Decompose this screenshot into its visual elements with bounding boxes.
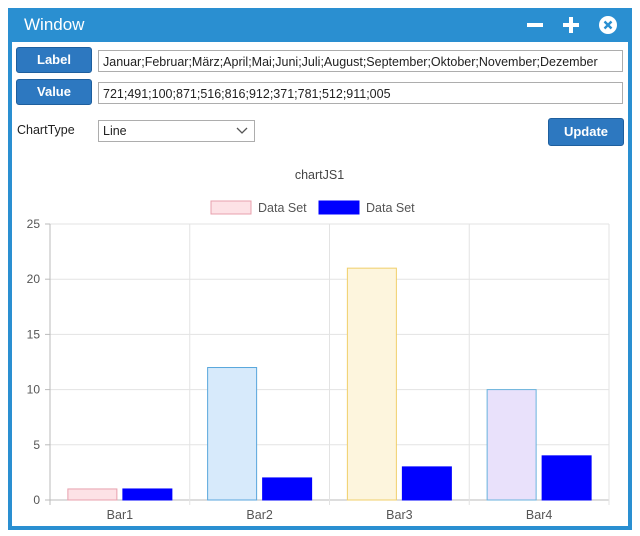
titlebar: Window — [8, 8, 632, 42]
legend-label: Data Set — [366, 201, 415, 215]
bar — [541, 455, 592, 501]
y-tick-label: 20 — [27, 272, 41, 286]
bar — [486, 389, 537, 501]
bar — [122, 488, 173, 501]
minimize-icon[interactable] — [525, 15, 545, 35]
maximize-icon[interactable] — [561, 15, 581, 35]
window-title: Window — [24, 15, 85, 34]
y-tick-label: 10 — [27, 383, 41, 397]
bar — [401, 466, 452, 501]
x-tick-label: Bar2 — [246, 508, 272, 522]
y-tick-label: 25 — [27, 217, 41, 231]
window: Window Label Januar;Februar;März;April;M… — [8, 8, 632, 530]
bar — [346, 267, 397, 501]
y-tick-label: 5 — [33, 438, 40, 452]
x-tick-label: Bar1 — [107, 508, 133, 522]
bar — [262, 477, 313, 501]
bar — [67, 488, 118, 501]
chart-area: chartJS1 Data Set Data Set 0 5 10 15 20 25 Bar1 Ba… — [27, 168, 610, 522]
content-area: Label Januar;Februar;März;April;Mai;Juni… — [12, 42, 628, 526]
chart-title: chartJS1 — [295, 168, 344, 182]
x-tick-label: Bar3 — [386, 508, 412, 522]
legend-swatch — [210, 200, 252, 215]
y-tick-label: 0 — [33, 493, 40, 507]
y-tick-label: 15 — [27, 327, 41, 341]
bar — [207, 367, 258, 501]
legend-label: Data Set — [258, 201, 307, 215]
x-tick-label: Bar4 — [526, 508, 552, 522]
legend-swatch — [318, 200, 360, 215]
close-icon[interactable] — [598, 15, 618, 35]
